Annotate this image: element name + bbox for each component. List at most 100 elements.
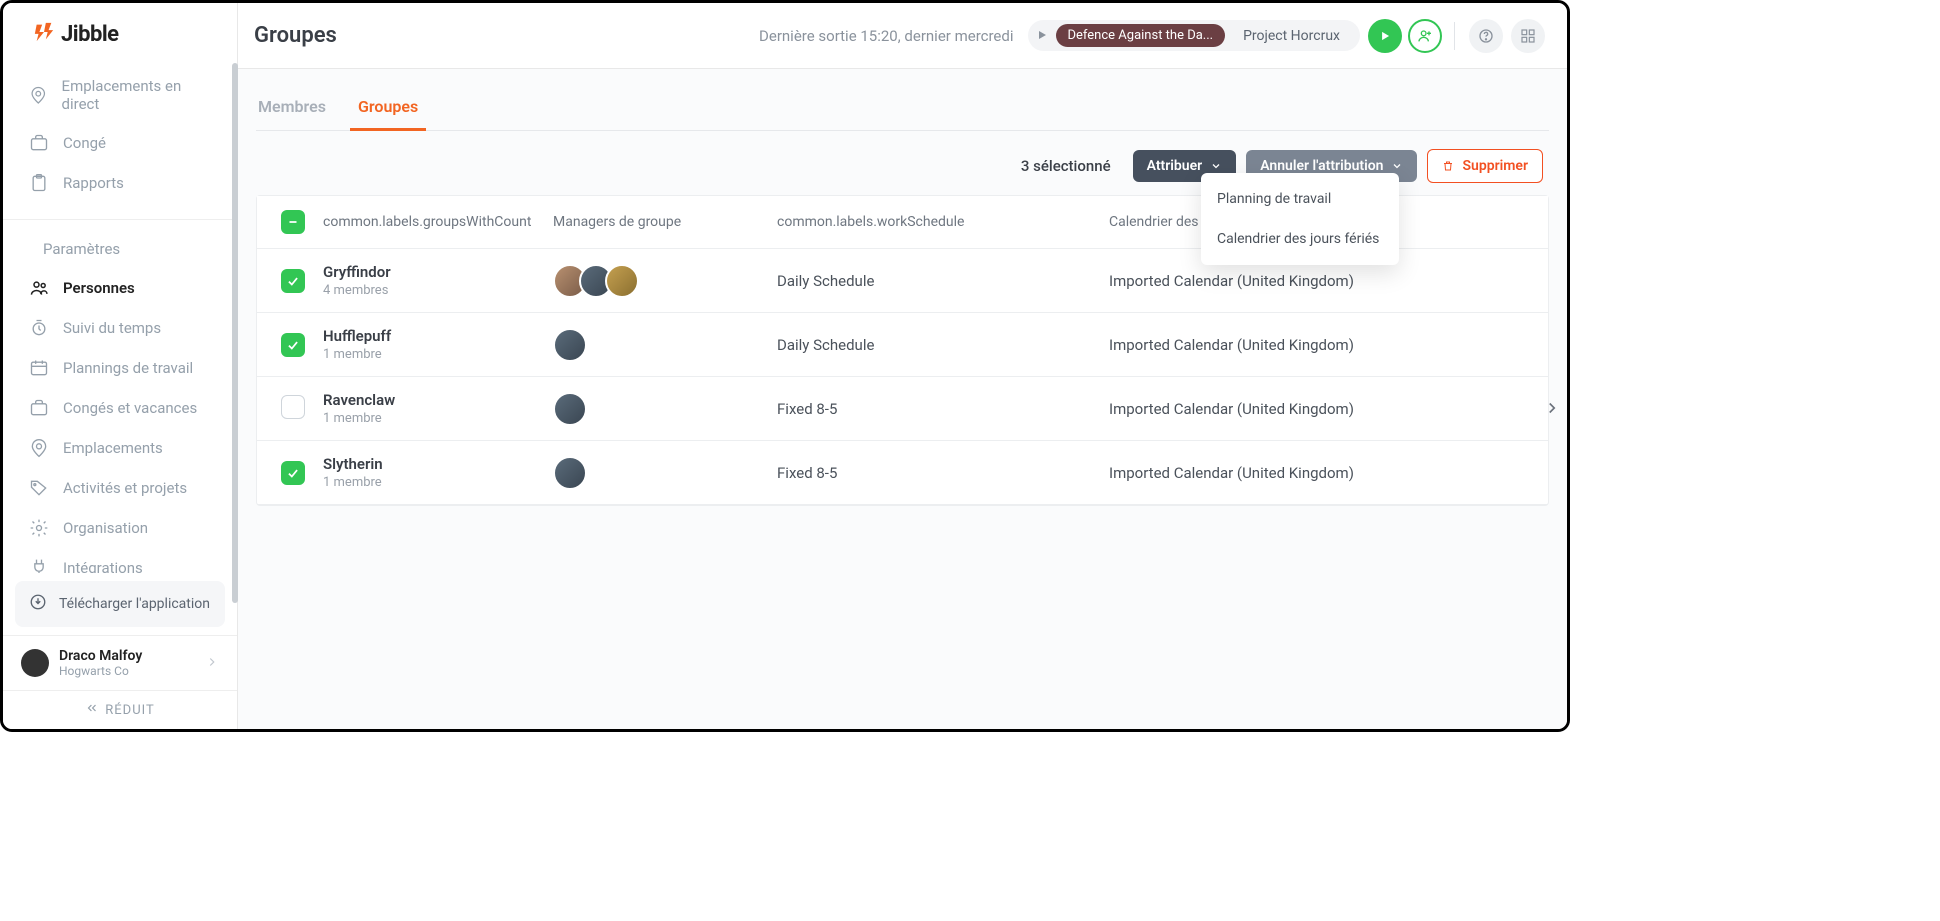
table-row[interactable]: Hufflepuff 1 membre Daily Schedule Impor… bbox=[257, 313, 1548, 377]
play-small-icon bbox=[1036, 26, 1048, 45]
schedule-icon bbox=[29, 358, 49, 378]
project-chip: Project Horcrux bbox=[1233, 28, 1350, 44]
nav-settings-header[interactable]: Paramètres bbox=[3, 219, 237, 268]
nav-live-locations[interactable]: Emplacements en direct bbox=[3, 67, 237, 123]
collapse-sidebar-button[interactable]: RÉDUIT bbox=[3, 690, 237, 729]
avatar bbox=[553, 456, 587, 490]
timer-icon bbox=[29, 318, 49, 338]
dropdown-item-work-schedule[interactable]: Planning de travail bbox=[1201, 179, 1399, 219]
manager-avatars bbox=[553, 456, 757, 490]
group-name: Gryffindor bbox=[323, 263, 533, 281]
col-managers: Managers de groupe bbox=[543, 214, 767, 230]
row-calendar: Imported Calendar (United Kingdom) bbox=[1099, 272, 1548, 290]
group-name: Ravenclaw bbox=[323, 391, 533, 409]
row-checkbox[interactable] bbox=[281, 269, 305, 293]
nav-activities[interactable]: Activités et projets bbox=[3, 468, 237, 508]
logo[interactable]: Jibble bbox=[3, 3, 237, 61]
dropdown-item-holiday-calendar[interactable]: Calendrier des jours fériés bbox=[1201, 219, 1399, 259]
row-checkbox[interactable] bbox=[281, 461, 305, 485]
divider bbox=[1454, 22, 1455, 50]
avatar bbox=[605, 264, 639, 298]
nav-organization[interactable]: Organisation bbox=[3, 508, 237, 548]
group-name: Slytherin bbox=[323, 455, 533, 473]
row-schedule: Daily Schedule bbox=[767, 336, 1099, 354]
trash-icon bbox=[1442, 160, 1454, 172]
group-members-count: 4 membres bbox=[323, 283, 533, 298]
row-calendar: Imported Calendar (United Kingdom) bbox=[1099, 464, 1548, 482]
expand-panel-icon[interactable] bbox=[1543, 399, 1561, 421]
clock-in-button[interactable] bbox=[1368, 19, 1402, 53]
settings-button[interactable] bbox=[1511, 19, 1545, 53]
nav-label: Plannings de travail bbox=[63, 359, 193, 377]
nav-locations[interactable]: Emplacements bbox=[3, 428, 237, 468]
delete-button[interactable]: Supprimer bbox=[1427, 149, 1543, 183]
group-members-count: 1 membre bbox=[323, 411, 533, 426]
user-menu[interactable]: Draco Malfoy Hogwarts Co bbox=[3, 635, 237, 690]
briefcase-icon bbox=[29, 133, 49, 153]
download-label: Télécharger l'application bbox=[59, 596, 210, 612]
chevron-double-left-icon bbox=[85, 701, 99, 719]
nav-label: Activités et projets bbox=[63, 479, 187, 497]
chevron-down-icon bbox=[1391, 160, 1403, 172]
help-button[interactable] bbox=[1469, 19, 1503, 53]
avatar bbox=[553, 392, 587, 426]
user-name: Draco Malfoy bbox=[59, 648, 195, 664]
nav-people[interactable]: Personnes bbox=[3, 268, 237, 308]
gear-icon bbox=[29, 518, 49, 538]
nav-work-schedules[interactable]: Plannings de travail bbox=[3, 348, 237, 388]
sidebar: Jibble Emplacements en direct Congé Rapp… bbox=[3, 3, 238, 729]
tab-members[interactable]: Membres bbox=[256, 91, 328, 130]
content: Membres Groupes 3 sélectionné Attribuer … bbox=[238, 69, 1567, 729]
table-row[interactable]: Ravenclaw 1 membre Fixed 8-5 Imported Ca… bbox=[257, 377, 1548, 441]
nav-label: Emplacements en direct bbox=[62, 77, 211, 113]
people-icon bbox=[29, 278, 49, 298]
logo-icon bbox=[33, 21, 55, 47]
download-app-button[interactable]: Télécharger l'application bbox=[15, 581, 225, 627]
nav-label: Intégrations bbox=[63, 559, 143, 573]
location-icon bbox=[29, 85, 48, 105]
select-all-checkbox[interactable] bbox=[281, 210, 305, 234]
col-schedule: common.labels.workSchedule bbox=[767, 214, 1099, 230]
location-icon bbox=[29, 438, 49, 458]
selected-count: 3 sélectionné bbox=[1021, 157, 1111, 175]
assign-label: Attribuer bbox=[1147, 158, 1203, 174]
nav-time-tracking[interactable]: Suivi du temps bbox=[3, 308, 237, 348]
row-schedule: Fixed 8-5 bbox=[767, 400, 1099, 418]
nav-label: Rapports bbox=[63, 174, 124, 192]
nav-leave[interactable]: Congé bbox=[3, 123, 237, 163]
row-calendar: Imported Calendar (United Kingdom) bbox=[1099, 336, 1548, 354]
nav-label: Emplacements bbox=[63, 439, 163, 457]
nav-reports[interactable]: Rapports bbox=[3, 163, 237, 203]
briefcase-icon bbox=[29, 398, 49, 418]
nav-leave-holidays[interactable]: Congés et vacances bbox=[3, 388, 237, 428]
row-checkbox[interactable] bbox=[281, 395, 305, 419]
tag-icon bbox=[29, 478, 49, 498]
nav-label: Organisation bbox=[63, 519, 148, 537]
row-checkbox[interactable] bbox=[281, 333, 305, 357]
download-icon bbox=[29, 593, 47, 615]
unassign-label: Annuler l'attribution bbox=[1260, 158, 1383, 174]
nav-label: Congé bbox=[63, 134, 106, 152]
plug-icon bbox=[29, 558, 49, 573]
tracking-pill[interactable]: Defence Against the Da... Project Horcru… bbox=[1028, 20, 1361, 51]
main: Groupes Dernière sortie 15:20, dernier m… bbox=[238, 3, 1567, 729]
nav-label: Suivi du temps bbox=[63, 319, 161, 337]
col-groups: common.labels.groupsWithCount bbox=[313, 214, 543, 230]
add-member-button[interactable] bbox=[1408, 19, 1442, 53]
nav-settings-label: Paramètres bbox=[43, 240, 120, 258]
user-avatar bbox=[21, 649, 49, 677]
tracking-cluster: Defence Against the Da... Project Horcru… bbox=[1028, 19, 1546, 53]
group-name: Hufflepuff bbox=[323, 327, 533, 345]
unassign-dropdown: Planning de travail Calendrier des jours… bbox=[1201, 173, 1399, 265]
logo-text: Jibble bbox=[61, 22, 119, 47]
delete-label: Supprimer bbox=[1462, 158, 1528, 174]
topbar: Groupes Dernière sortie 15:20, dernier m… bbox=[238, 3, 1567, 69]
tab-groups[interactable]: Groupes bbox=[356, 91, 420, 130]
activity-chip: Defence Against the Da... bbox=[1056, 24, 1226, 47]
user-org: Hogwarts Co bbox=[59, 664, 195, 678]
nav-integrations[interactable]: Intégrations bbox=[3, 548, 237, 573]
tabs: Membres Groupes bbox=[256, 91, 1549, 131]
table-row[interactable]: Slytherin 1 membre Fixed 8-5 Imported Ca… bbox=[257, 441, 1548, 505]
manager-avatars bbox=[553, 328, 757, 362]
nav-label: Congés et vacances bbox=[63, 399, 197, 417]
